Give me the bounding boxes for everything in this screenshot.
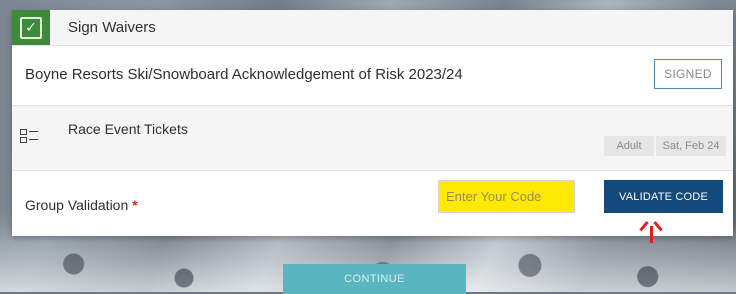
section-race-event-tickets: Race Event Tickets Adult Sat, Feb 24: [12, 106, 733, 171]
checklist-icon: [20, 128, 38, 144]
section-title: Sign Waivers: [68, 19, 156, 36]
validate-code-button[interactable]: VALIDATE CODE: [604, 180, 723, 213]
arrow-up-icon: [639, 221, 663, 243]
ticket-date-badge: Sat, Feb 24: [656, 136, 726, 156]
waiver-row: Boyne Resorts Ski/Snowboard Acknowledgem…: [12, 46, 733, 106]
waiver-name: Boyne Resorts Ski/Snowboard Acknowledgem…: [25, 66, 463, 83]
signed-status-button[interactable]: SIGNED: [654, 59, 722, 89]
group-validation-row: Group Validation * VALIDATE CODE: [12, 171, 733, 236]
section-title: Race Event Tickets: [68, 121, 188, 137]
check-icon: ✓: [20, 16, 42, 39]
continue-button[interactable]: CONTINUE: [283, 264, 466, 294]
ticket-type-badge: Adult: [604, 136, 654, 156]
section-sign-waivers-header: ✓ Sign Waivers: [12, 10, 733, 46]
completed-badge: ✓: [12, 10, 50, 45]
checkout-panel: ✓ Sign Waivers Boyne Resorts Ski/Snowboa…: [12, 10, 733, 236]
group-validation-label: Group Validation *: [25, 197, 138, 213]
required-marker: *: [132, 197, 138, 213]
group-code-input[interactable]: [438, 180, 575, 213]
label-text: Group Validation: [25, 197, 129, 213]
